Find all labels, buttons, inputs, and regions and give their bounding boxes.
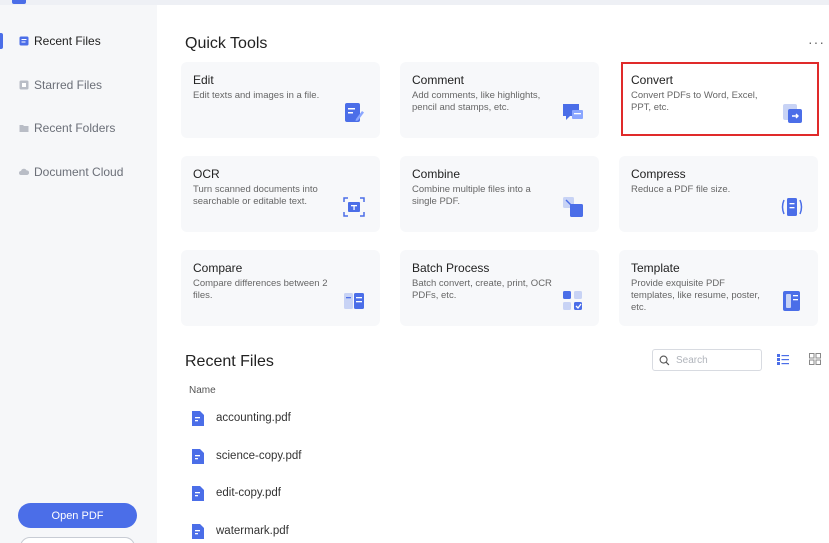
compare-icon (344, 293, 364, 309)
file-row[interactable]: edit-copy.pdf (191, 480, 491, 506)
tool-description: Turn scanned documents into searchable o… (193, 184, 318, 207)
active-indicator (0, 33, 3, 49)
tool-title: Compare (193, 261, 243, 275)
tool-title: OCR (193, 167, 220, 181)
tool-description: Provide exquisite PDF templates, like re… (631, 278, 760, 313)
tool-description: Reduce a PDF file size. (631, 184, 731, 195)
app-logo-icon (12, 0, 26, 4)
folder-icon (19, 125, 29, 132)
search-placeholder: Search (676, 354, 708, 366)
more-options-button[interactable]: ··· (808, 34, 825, 50)
tool-title: Convert (631, 73, 674, 87)
sidebar: Recent Files Starred Files Recent Folder… (0, 5, 157, 543)
file-name: edit-copy.pdf (216, 487, 281, 499)
file-row[interactable]: watermark.pdf (191, 518, 491, 543)
tool-description: Compare differences between 2 files. (193, 278, 328, 301)
tool-title: Comment (412, 73, 465, 87)
pdf-file-icon (192, 410, 204, 426)
file-name: accounting.pdf (216, 412, 291, 424)
pdf-file-icon (192, 485, 204, 501)
sidebar-item-label: Recent Files (34, 34, 101, 48)
list-view-icon[interactable] (776, 352, 790, 366)
column-header-name[interactable]: Name (189, 385, 216, 396)
file-row[interactable]: accounting.pdf (191, 405, 491, 431)
cloud-icon (19, 168, 29, 175)
tool-card-combine[interactable]: Combine Combine multiple files into a si… (400, 156, 599, 232)
tool-card-template[interactable]: Template Provide exquisite PDF templates… (619, 250, 818, 326)
tool-card-edit[interactable]: Edit Edit texts and images in a file. (181, 62, 380, 138)
template-icon (783, 291, 800, 311)
tool-description: Add comments, like highlights, pencil an… (412, 90, 541, 113)
tool-description: Batch convert, create, print, OCR PDFs, … (412, 278, 552, 301)
tool-title: Edit (193, 73, 214, 87)
tool-title: Batch Process (412, 261, 490, 275)
pdf-file-icon (192, 448, 204, 464)
sidebar-item-recent-files[interactable]: Recent Files (0, 24, 157, 58)
tool-card-convert[interactable]: Convert Convert PDFs to Word, Excel, PPT… (621, 62, 819, 136)
recent-files-icon (19, 36, 29, 46)
search-icon (659, 355, 670, 365)
tool-card-ocr[interactable]: OCR Turn scanned documents into searchab… (181, 156, 380, 232)
tool-title: Template (631, 261, 680, 275)
tool-card-compare[interactable]: Compare Compare differences between 2 fi… (181, 250, 380, 326)
grid-view-icon[interactable] (808, 352, 822, 366)
tool-description: Convert PDFs to Word, Excel, PPT, etc. (631, 90, 758, 113)
main-content: Quick Tools ··· Edit Edit texts and imag… (157, 5, 829, 543)
sidebar-item-label: Starred Files (34, 78, 103, 92)
tool-title: Compress (631, 167, 686, 181)
star-icon (19, 80, 29, 90)
combine-icon (563, 197, 583, 217)
sidebar-item-starred-files[interactable]: Starred Files (0, 68, 157, 102)
sidebar-item-label: Document Cloud (34, 165, 124, 179)
tool-title: Combine (412, 167, 461, 181)
quick-tools-title: Quick Tools (185, 35, 268, 52)
tool-description: Edit texts and images in a file. (193, 90, 320, 101)
sidebar-item-recent-folders[interactable]: Recent Folders (0, 111, 157, 145)
batch-icon (563, 291, 582, 310)
pdf-file-icon (192, 523, 204, 539)
secondary-button[interactable] (20, 537, 135, 543)
sidebar-item-label: Recent Folders (34, 121, 116, 135)
edit-icon (345, 103, 364, 122)
tool-description: Combine multiple files into a single PDF… (412, 184, 531, 207)
tool-card-batch-process[interactable]: Batch Process Batch convert, create, pri… (400, 250, 599, 326)
convert-icon (783, 104, 802, 123)
file-name: science-copy.pdf (216, 450, 302, 462)
search-input[interactable]: Search (652, 349, 762, 371)
open-pdf-button[interactable]: Open PDF (18, 503, 137, 528)
recent-files-title: Recent Files (185, 353, 274, 370)
comment-icon (563, 104, 583, 120)
compress-icon (781, 198, 803, 216)
file-row[interactable]: science-copy.pdf (191, 443, 491, 469)
ocr-icon (343, 197, 365, 217)
tool-card-compress[interactable]: Compress Reduce a PDF file size. (619, 156, 818, 232)
tool-card-comment[interactable]: Comment Add comments, like highlights, p… (400, 62, 599, 138)
file-name: watermark.pdf (216, 525, 289, 537)
sidebar-item-document-cloud[interactable]: Document Cloud (0, 155, 157, 189)
